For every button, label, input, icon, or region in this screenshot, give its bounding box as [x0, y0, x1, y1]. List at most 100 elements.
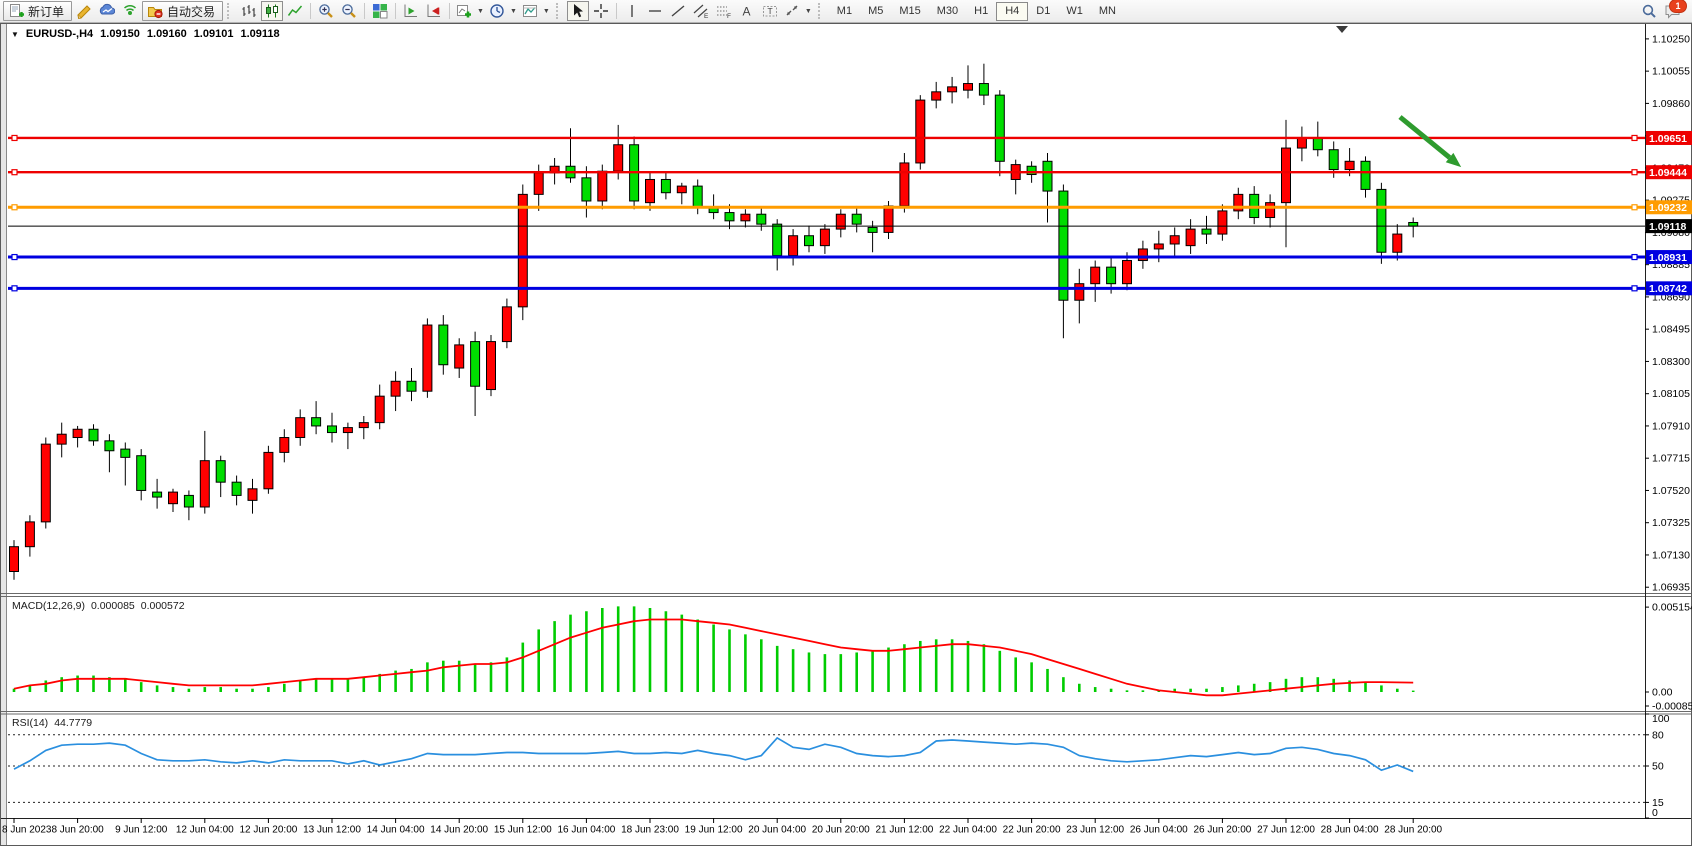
- chevron-down-icon: ▼: [510, 8, 517, 15]
- vertical-line-button[interactable]: [621, 1, 643, 21]
- candlestick-icon: [264, 3, 280, 19]
- metaeditor-button[interactable]: [73, 1, 95, 21]
- toolbar-separator: [364, 3, 365, 19]
- rsi-tick-label: 0: [1652, 807, 1658, 819]
- tab-timeframe-M1[interactable]: M1: [829, 2, 860, 21]
- tab-timeframe-MN[interactable]: MN: [1091, 2, 1124, 21]
- autotrading-button[interactable]: 自动交易: [142, 1, 223, 21]
- line-anchor-handle[interactable]: [1632, 205, 1637, 210]
- line-anchor-handle[interactable]: [12, 286, 17, 291]
- line-anchor-handle[interactable]: [12, 170, 17, 175]
- tab-timeframe-H4[interactable]: H4: [996, 2, 1028, 21]
- text-label-button[interactable]: T: [759, 1, 781, 21]
- toolbar-grip: [556, 3, 562, 19]
- chat-button[interactable]: 1: [1661, 1, 1683, 21]
- rsi-tick-label: 50: [1652, 761, 1664, 773]
- line-anchor-handle[interactable]: [1632, 135, 1637, 140]
- price-tick-label: 1.08105: [1652, 388, 1690, 400]
- periods-button[interactable]: ▼: [487, 1, 519, 21]
- toolbar-separator: [449, 3, 450, 19]
- tab-timeframe-M5[interactable]: M5: [860, 2, 891, 21]
- text-button[interactable]: A: [736, 1, 758, 21]
- time-tick-label: 20 Jun 04:00: [748, 825, 806, 836]
- new-order-button[interactable]: 新订单: [3, 1, 72, 21]
- rsi-tick-label: 80: [1652, 729, 1664, 741]
- toolbar-separator: [616, 3, 617, 19]
- line-anchor-handle[interactable]: [12, 205, 17, 210]
- trendline-button[interactable]: [667, 1, 689, 21]
- vertical-line-icon: [624, 3, 640, 19]
- indicators-button[interactable]: ▼: [454, 1, 486, 21]
- line-anchor-handle[interactable]: [1632, 170, 1637, 175]
- line-anchor-handle[interactable]: [1632, 286, 1637, 291]
- tab-timeframe-M30[interactable]: M30: [929, 2, 966, 21]
- horizontal-line-button[interactable]: [644, 1, 666, 21]
- autotrading-label: 自动交易: [167, 3, 215, 20]
- tab-timeframe-H1[interactable]: H1: [966, 2, 996, 21]
- market-button[interactable]: [96, 1, 118, 21]
- crosshair-icon: [593, 3, 609, 19]
- time-tick-label: 8 Jun 20:00: [51, 825, 104, 836]
- collapse-icon[interactable]: ▼: [11, 30, 19, 39]
- price-tick-label: 1.06935: [1652, 582, 1690, 594]
- arrows-button[interactable]: ▼: [782, 1, 814, 21]
- price-tick-label: 1.10055: [1652, 66, 1690, 78]
- chart-shift-icon: [426, 3, 442, 19]
- zoom-out-button[interactable]: [338, 1, 360, 21]
- bar-chart-icon: [241, 3, 257, 19]
- time-tick-label: 22 Jun 20:00: [1003, 825, 1061, 836]
- metaeditor-icon: [76, 3, 92, 19]
- chart-title: ▼ EURUSD-,H4 1.09150 1.09160 1.09101 1.0…: [11, 28, 280, 40]
- cursor-button[interactable]: [567, 1, 589, 21]
- tab-timeframe-M15[interactable]: M15: [891, 2, 928, 21]
- tile-windows-button[interactable]: [369, 1, 391, 21]
- autotrading-icon: [147, 3, 163, 19]
- line-anchor-handle[interactable]: [12, 255, 17, 260]
- price-tick-label: 1.10250: [1652, 33, 1690, 45]
- time-tick-label: 14 Jun 04:00: [367, 825, 425, 836]
- time-tick-label: 26 Jun 04:00: [1130, 825, 1188, 836]
- tab-timeframe-D1[interactable]: D1: [1028, 2, 1058, 21]
- time-tick-label: 13 Jun 12:00: [303, 825, 361, 836]
- search-button[interactable]: [1638, 1, 1660, 21]
- quote-high: 1.09160: [147, 28, 187, 40]
- price-badge-label: 1.09118: [1649, 221, 1687, 233]
- price-tick-label: 1.07910: [1652, 420, 1690, 432]
- line-anchor-handle[interactable]: [12, 135, 17, 140]
- trendline-icon: [670, 3, 686, 19]
- time-tick-label: 8 Jun 2023: [2, 825, 52, 836]
- crosshair-button[interactable]: [590, 1, 612, 21]
- line-anchor-handle[interactable]: [1632, 255, 1637, 260]
- time-tick-label: 12 Jun 04:00: [176, 825, 234, 836]
- price-badge-label: 1.09232: [1649, 202, 1687, 214]
- periods-icon: [489, 3, 505, 19]
- text-label-icon: T: [762, 3, 778, 19]
- quote-open: 1.09150: [100, 28, 140, 40]
- time-tick-label: 22 Jun 04:00: [939, 825, 997, 836]
- macd-tick-label: -0.00085: [1652, 700, 1692, 712]
- chevron-down-icon: ▼: [477, 8, 484, 15]
- indicators-icon: [456, 3, 472, 19]
- bar-chart-button[interactable]: [238, 1, 260, 21]
- svg-text:T: T: [767, 6, 772, 16]
- candlestick-button[interactable]: [261, 1, 283, 21]
- chart-shift-button[interactable]: [423, 1, 445, 21]
- macd-value-main: 0.000085: [91, 600, 135, 612]
- toolbar-separator: [395, 3, 396, 19]
- chart-canvas[interactable]: 1.102501.100551.098601.096651.094701.092…: [0, 0, 1692, 846]
- channel-button[interactable]: E: [690, 1, 712, 21]
- tab-timeframe-W1[interactable]: W1: [1058, 2, 1091, 21]
- toolbar-separator: [310, 3, 311, 19]
- channel-icon: E: [693, 3, 709, 19]
- window-left-gutter: [1, 24, 6, 845]
- macd-tick-label: 0.00: [1652, 687, 1673, 699]
- auto-scroll-button[interactable]: [400, 1, 422, 21]
- price-tick-label: 1.07325: [1652, 517, 1690, 529]
- templates-button[interactable]: ▼: [520, 1, 552, 21]
- zoom-in-button[interactable]: [315, 1, 337, 21]
- line-chart-button[interactable]: [284, 1, 306, 21]
- fibonacci-button[interactable]: F: [713, 1, 735, 21]
- signals-button[interactable]: [119, 1, 141, 21]
- main-toolbar: 新订单 自动交易: [0, 0, 1692, 23]
- time-tick-label: 23 Jun 12:00: [1066, 825, 1124, 836]
